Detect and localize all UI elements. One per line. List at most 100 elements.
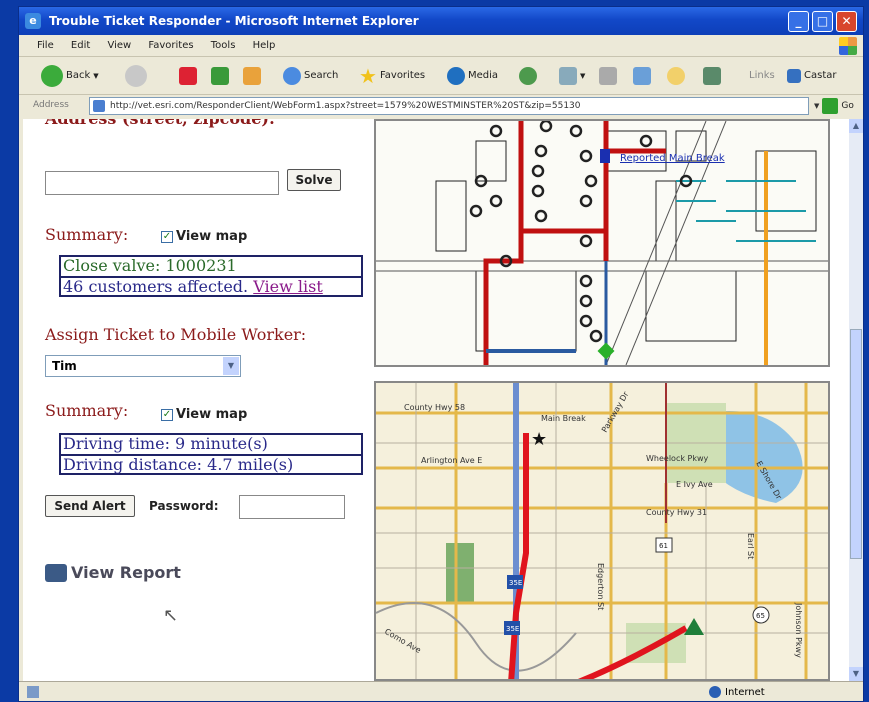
menu-tools[interactable]: Tools xyxy=(211,40,236,51)
route-summary-box: Driving time: 9 minute(s) Driving distan… xyxy=(59,433,363,475)
view-report-link[interactable]: View Report xyxy=(45,563,181,582)
home-button[interactable] xyxy=(243,65,261,87)
summary1-label: Summary: xyxy=(45,225,129,244)
view-map-checkbox-1[interactable]: ✓ View map xyxy=(161,229,247,244)
mouse-cursor-icon: ↖ xyxy=(163,605,179,626)
star-icon: ★ xyxy=(359,64,377,88)
highway-shield: 65 xyxy=(756,612,765,620)
edit-icon xyxy=(633,67,651,85)
edit-button[interactable] xyxy=(633,65,651,87)
windows-logo-icon xyxy=(839,37,857,55)
reported-main-break-label[interactable]: Reported Main Break xyxy=(620,153,725,164)
pipe-network-map[interactable]: Reported Main Break xyxy=(374,119,830,367)
printer-icon xyxy=(45,563,67,582)
window-title: Trouble Ticket Responder - Microsoft Int… xyxy=(49,14,419,28)
menu-favorites[interactable]: Favorites xyxy=(148,40,193,51)
map-label: Johnson Pkwy xyxy=(794,602,803,658)
menu-bar: File Edit View Favorites Tools Help xyxy=(19,35,863,57)
page-content: Address (street, zipcode): Solve Summary… xyxy=(23,119,849,681)
password-label: Password: xyxy=(149,499,219,513)
history-icon xyxy=(519,67,537,85)
forward-button[interactable] xyxy=(125,65,147,87)
zone-label: Internet xyxy=(725,686,765,698)
address-url: http://vet.esri.com/ResponderClient/WebF… xyxy=(110,101,581,111)
page-status-icon xyxy=(27,686,39,698)
map-label: Wheelock Pkwy xyxy=(646,454,709,463)
view-map-label: View map xyxy=(176,407,248,422)
toolbar: Back ▼ Search ★ Favorites Media ▼ Links xyxy=(19,57,863,95)
checkbox-icon: ✓ xyxy=(161,230,173,243)
scroll-up-icon[interactable]: ▲ xyxy=(849,119,863,133)
chevron-down-icon: ▼ xyxy=(814,102,820,110)
driving-time-text: Driving time: 9 minute(s) xyxy=(63,434,268,453)
search-icon xyxy=(283,67,301,85)
worker-value: Tim xyxy=(52,359,77,373)
media-button[interactable]: Media xyxy=(447,65,498,87)
back-button[interactable]: Back ▼ xyxy=(41,65,99,87)
discuss-button[interactable] xyxy=(667,65,685,87)
home-icon xyxy=(243,67,261,85)
favorites-button[interactable]: ★ Favorites xyxy=(359,65,425,87)
worker-select[interactable]: Tim ▼ xyxy=(45,355,241,377)
view-map-checkbox-2[interactable]: ✓ View map xyxy=(161,407,247,422)
view-report-label: View Report xyxy=(71,563,181,582)
refresh-button[interactable] xyxy=(211,65,229,87)
title-bar: e Trouble Ticket Responder - Microsoft I… xyxy=(19,7,863,35)
chevron-down-icon: ▼ xyxy=(580,72,586,80)
summary2-label: Summary: xyxy=(45,401,129,420)
address-input-field[interactable] xyxy=(45,171,279,195)
interstate-shield: 35E xyxy=(506,625,519,633)
close-valve-text: Close valve: 1000231 xyxy=(63,256,237,275)
checkbox-icon: ✓ xyxy=(161,408,173,421)
route-map-svg: ★ County Hwy 58 Main Break Arlington Ave… xyxy=(376,383,828,679)
print-button[interactable] xyxy=(599,65,617,87)
stop-button[interactable] xyxy=(179,65,197,87)
route-map[interactable]: ★ County Hwy 58 Main Break Arlington Ave… xyxy=(374,381,830,681)
map-label: Earl St xyxy=(746,533,755,559)
map-label: Main Break xyxy=(541,414,586,423)
map-label: County Hwy 58 xyxy=(404,403,465,412)
view-list-link[interactable]: View list xyxy=(253,277,323,296)
maximize-button[interactable]: □ xyxy=(812,11,833,32)
solve-button[interactable]: Solve xyxy=(287,169,341,191)
vertical-scrollbar[interactable]: ▲ ▼ xyxy=(849,119,863,681)
view-map-label: View map xyxy=(176,229,248,244)
menu-help[interactable]: Help xyxy=(253,40,276,51)
customers-text: 46 customers affected. xyxy=(63,277,249,296)
address-input[interactable]: http://vet.esri.com/ResponderClient/WebF… xyxy=(89,97,809,115)
messenger-button[interactable] xyxy=(703,65,721,87)
minimize-button[interactable]: _ xyxy=(788,11,809,32)
menu-edit[interactable]: Edit xyxy=(71,40,90,51)
scroll-thumb[interactable] xyxy=(850,329,862,559)
map-label: Arlington Ave E xyxy=(421,456,482,465)
customers-row: 46 customers affected. View list xyxy=(61,276,361,296)
address-label: Address xyxy=(33,100,69,110)
send-alert-button[interactable]: Send Alert xyxy=(45,495,135,517)
map-label: E Ivy Ave xyxy=(676,480,713,489)
pipe-network-svg: Reported Main Break xyxy=(376,121,828,365)
close-button[interactable]: ✕ xyxy=(836,11,857,32)
chevron-down-icon: ▼ xyxy=(93,72,99,80)
assign-label: Assign Ticket to Mobile Worker: xyxy=(45,325,307,344)
discuss-icon xyxy=(667,67,685,85)
search-button[interactable]: Search xyxy=(283,65,338,87)
menu-view[interactable]: View xyxy=(107,40,131,51)
go-button[interactable]: ▼ Go xyxy=(814,98,854,114)
password-field[interactable] xyxy=(239,495,345,519)
chevron-down-icon[interactable]: ▼ xyxy=(223,357,239,375)
links-button[interactable]: Links xyxy=(749,65,775,87)
page-icon xyxy=(93,100,105,112)
custom-label: Castar xyxy=(804,70,837,81)
ie-logo-icon: e xyxy=(25,13,41,29)
favorites-label: Favorites xyxy=(379,70,426,81)
mail-button[interactable]: ▼ xyxy=(559,65,585,87)
valve-summary-box: Close valve: 1000231 46 customers affect… xyxy=(59,255,363,297)
scroll-down-icon[interactable]: ▼ xyxy=(849,667,863,681)
menu-file[interactable]: File xyxy=(37,40,54,51)
status-bar: Internet xyxy=(19,681,863,701)
driving-distance-text: Driving distance: 4.7 mile(s) xyxy=(61,454,361,474)
map-label: Edgerton St xyxy=(596,563,605,610)
custom-button[interactable]: Castar xyxy=(787,65,836,87)
history-button[interactable] xyxy=(519,65,537,87)
mail-icon xyxy=(559,67,577,85)
